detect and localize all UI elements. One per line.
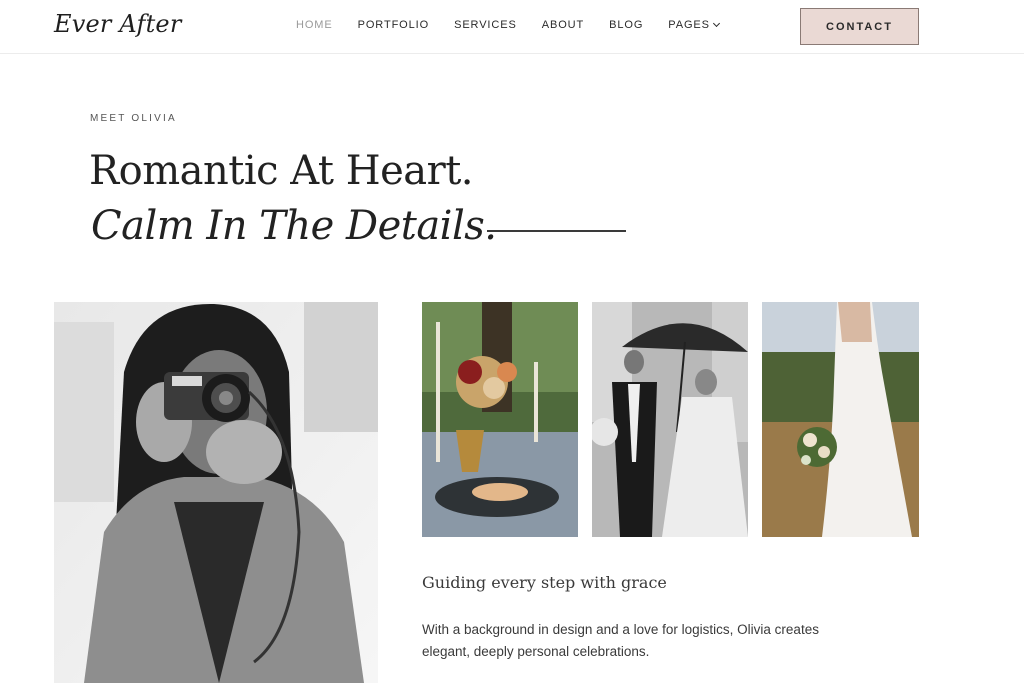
hero-title-line2: Calm In The Details.: [91, 203, 497, 249]
nav-item-about[interactable]: ABOUT: [542, 19, 584, 31]
contact-button[interactable]: CONTACT: [800, 8, 919, 45]
nav-item-pages[interactable]: PAGES: [668, 19, 720, 31]
nav-item-portfolio[interactable]: PORTFOLIO: [358, 19, 429, 31]
title-divider: [487, 230, 626, 232]
section-eyebrow: MEET OLIVIA: [90, 113, 177, 124]
chevron-down-icon: [712, 19, 720, 28]
section-subheading: Guiding every step with grace: [422, 573, 667, 592]
site-logo[interactable]: Ever After: [54, 10, 182, 38]
table-setting-photo: [422, 302, 578, 537]
nav-item-pages-label: PAGES: [668, 19, 710, 31]
bio-paragraph: With a background in design and a love f…: [422, 622, 819, 659]
nav-item-home[interactable]: HOME: [296, 19, 333, 31]
bride-bouquet-photo: [762, 302, 919, 537]
site-header: Ever After HOME PORTFOLIO SERVICES ABOUT…: [0, 0, 1024, 54]
couple-umbrella-photo: [592, 302, 748, 537]
main-nav: HOME PORTFOLIO SERVICES ABOUT BLOG PAGES: [296, 19, 744, 31]
hero-title-line1: Romantic At Heart.: [89, 148, 474, 194]
woman-with-camera-photo: [54, 302, 378, 683]
nav-item-services[interactable]: SERVICES: [454, 19, 517, 31]
nav-item-blog[interactable]: BLOG: [609, 19, 643, 31]
